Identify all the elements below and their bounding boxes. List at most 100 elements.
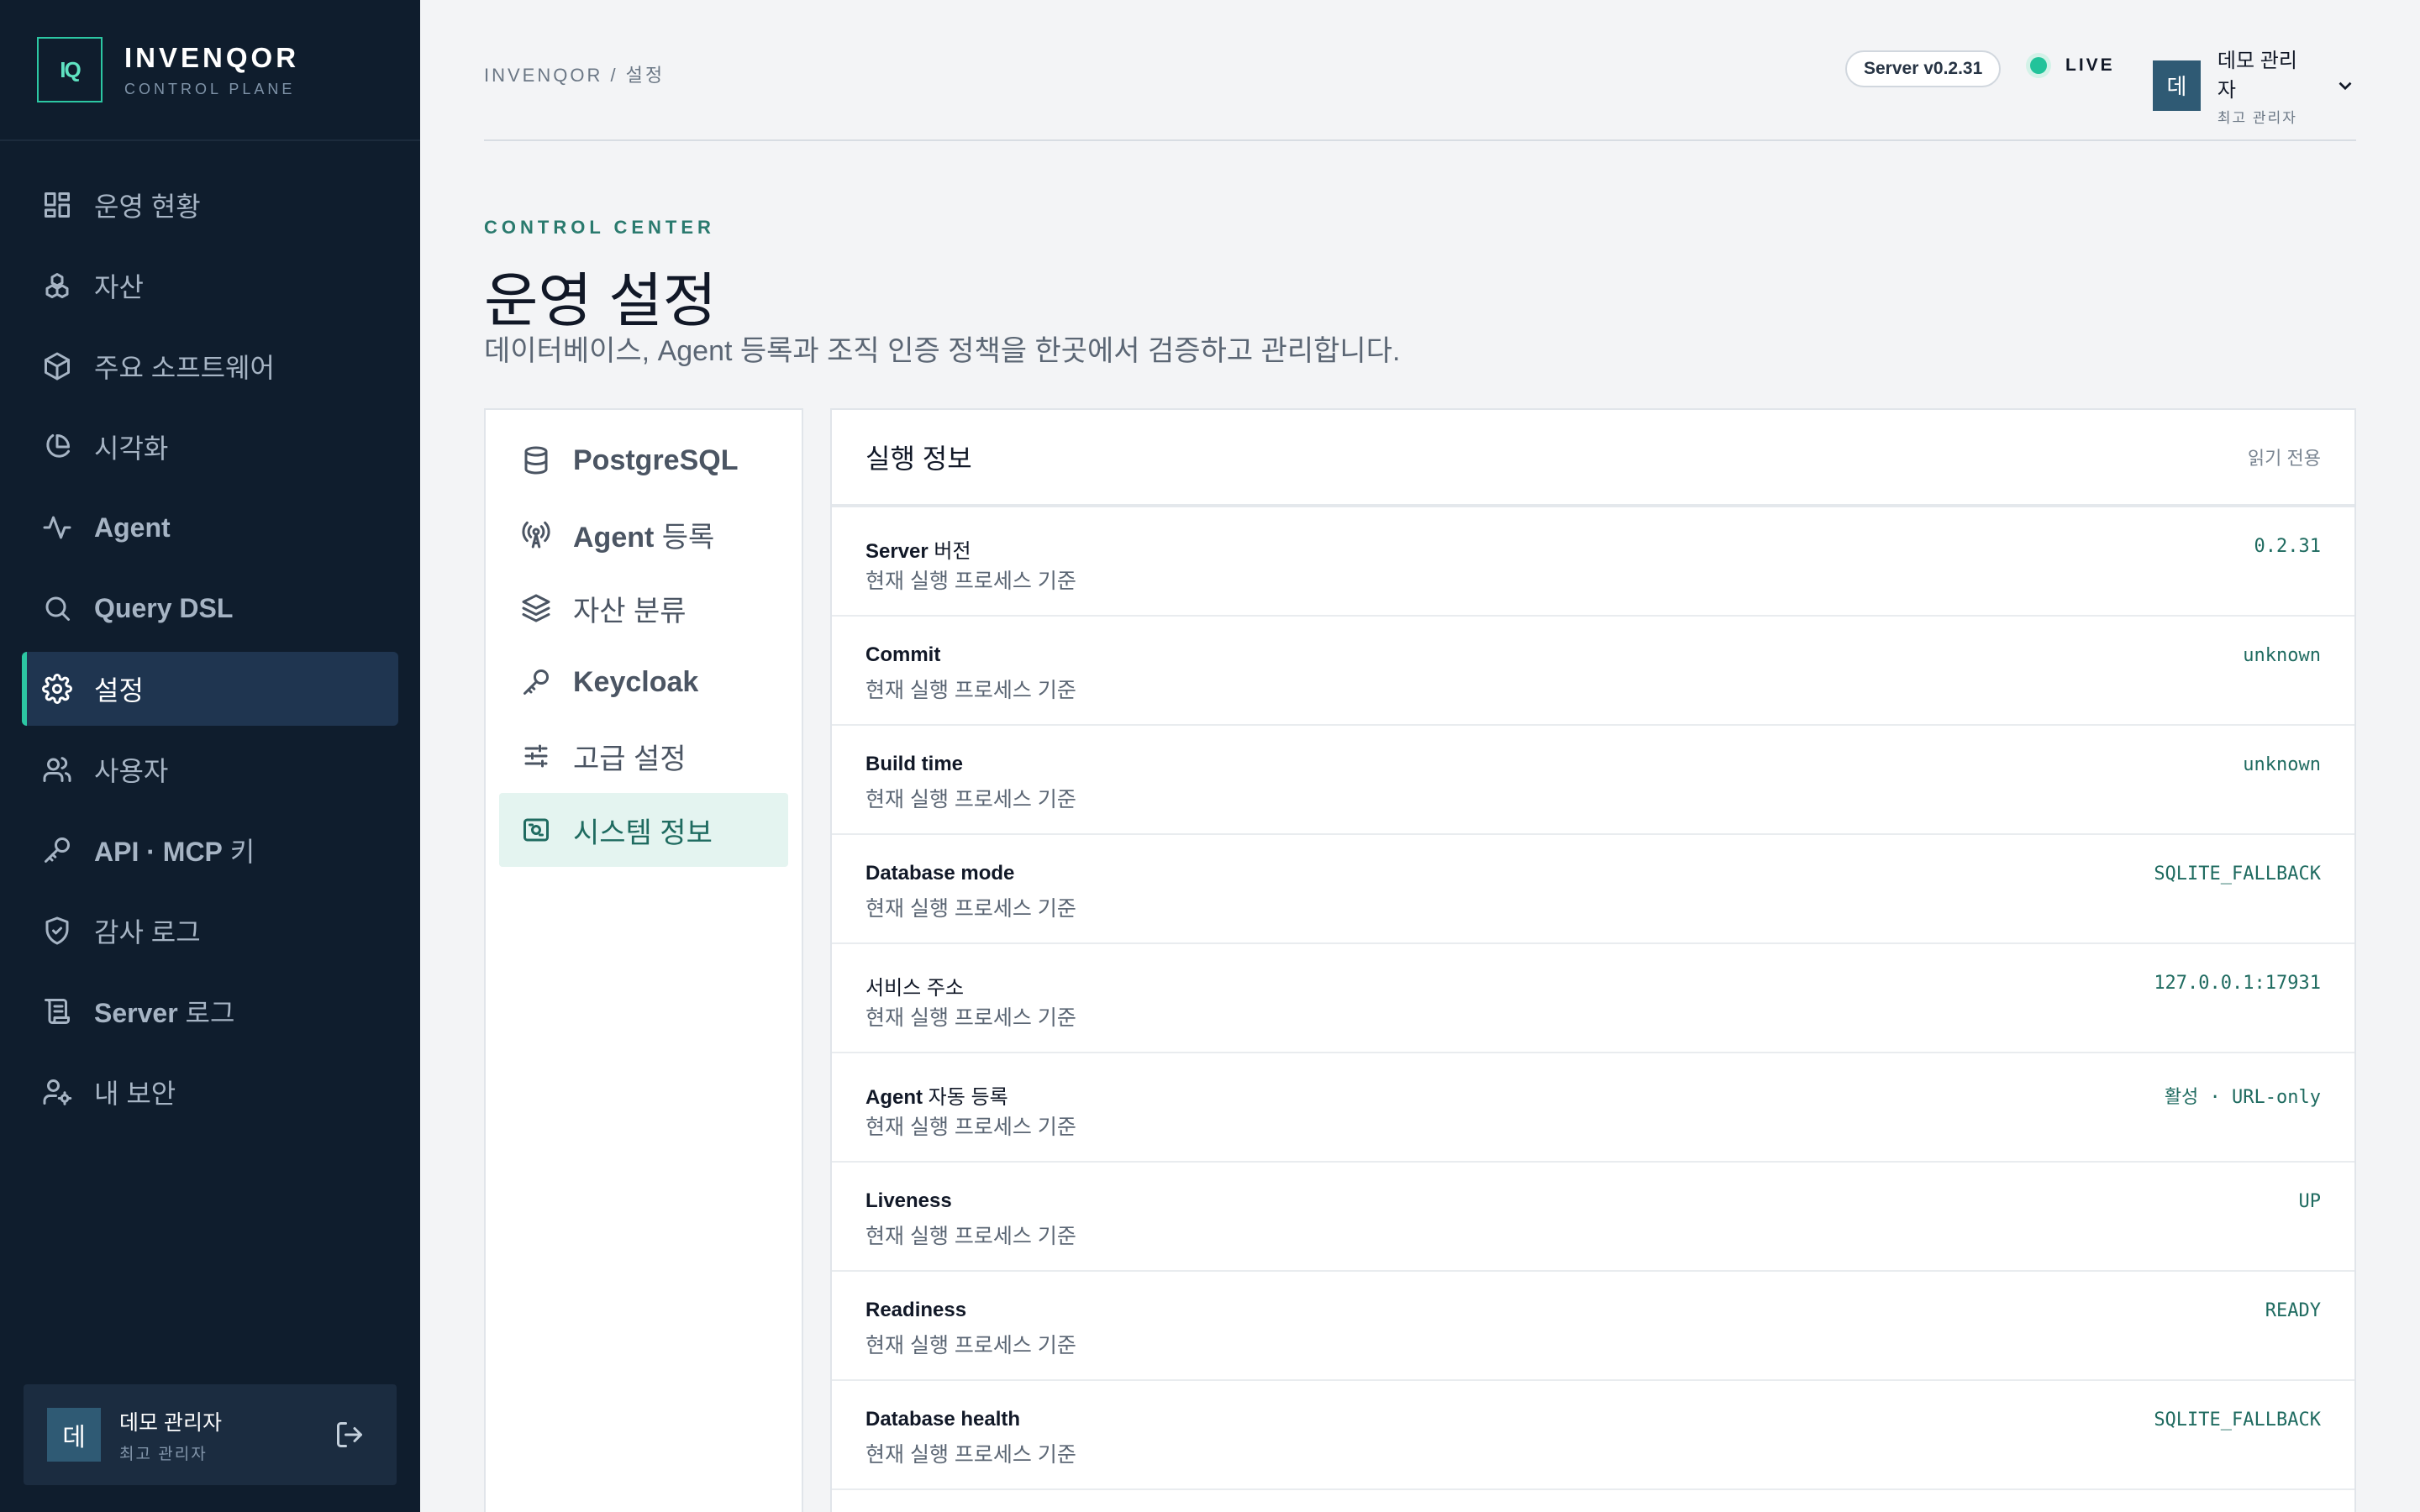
info-row-subtitle: 현재 실행 프로세스 기준 xyxy=(865,1116,1076,1139)
brand-subtitle: CONTROL PLANE xyxy=(124,80,296,97)
info-row-subtitle: 현재 실행 프로세스 기준 xyxy=(865,1225,1076,1248)
settings-item-system-info[interactable]: 시스템 정보 xyxy=(499,793,788,867)
info-row-value: UP xyxy=(2298,1191,2322,1212)
sidebar-item-dashboard[interactable]: 운영 현황 xyxy=(22,168,398,242)
info-row-label: Liveness xyxy=(865,1189,952,1213)
sliders-icon xyxy=(519,739,553,773)
sidebar-item-label: Query DSL xyxy=(94,592,234,623)
sidebar-item-label: 자산 xyxy=(94,272,144,302)
sidebar-item-my-security[interactable]: 내 보안 xyxy=(22,1055,398,1129)
info-row-commit: Commit 현재 실행 프로세스 기준 unknown xyxy=(832,617,2354,726)
sidebar-user-card: 데 데모 관리자 최고 관리자 xyxy=(24,1384,397,1485)
info-row-value: unknown xyxy=(2243,645,2321,666)
settings-item-asset-classification[interactable]: 자산 분류 xyxy=(499,571,788,645)
page-title: 운영 설정 xyxy=(484,268,718,333)
sidebar: IQ INVENQOR CONTROL PLANE 운영 현황 자산 주요 소프… xyxy=(0,0,420,1512)
info-row-label: Database mode xyxy=(865,862,1014,885)
sidebar-item-agent[interactable]: Agent xyxy=(22,491,398,564)
live-status: LIVE xyxy=(2030,55,2115,76)
info-row-label: Readiness xyxy=(865,1299,966,1322)
runtime-info-panel: 실행 정보 읽기 전용 Server 버전 현재 실행 프로세스 기준 0.2.… xyxy=(830,408,2356,1512)
sidebar-item-settings[interactable]: 설정 xyxy=(22,652,398,726)
info-row-service-address: 서비스 주소 현재 실행 프로세스 기준 127.0.0.1:17931 xyxy=(832,944,2354,1053)
info-row-value: READY xyxy=(2265,1300,2321,1321)
info-row-value: 0.2.31 xyxy=(2254,536,2321,557)
info-row-label: Build time xyxy=(865,753,963,776)
sidebar-item-label: Server xyxy=(94,998,178,1028)
info-row-agent-auto-registration: Agent 자동 등록 현재 실행 프로세스 기준 활성 · URL-only xyxy=(832,1053,2354,1163)
live-dot-icon xyxy=(2030,57,2047,74)
sidebar-item-api-keys[interactable]: API · MCP 키 xyxy=(22,813,398,887)
info-row-server-version: Server 버전 현재 실행 프로세스 기준 0.2.31 xyxy=(832,507,2354,617)
search-icon xyxy=(40,591,74,625)
user-role: 최고 관리자 xyxy=(119,1445,208,1463)
info-row-label: Server 버전 xyxy=(865,534,971,564)
settings-item-label: Keycloak xyxy=(573,665,699,698)
layers-icon xyxy=(519,591,553,625)
info-row-label-bold: Database mode xyxy=(865,862,1015,885)
panel-title: 실행 정보 xyxy=(865,444,972,474)
settings-item-keycloak[interactable]: Keycloak xyxy=(499,645,788,719)
users-icon xyxy=(40,753,74,786)
user-role: 최고 관리자 xyxy=(2217,110,2297,126)
settings-item-advanced[interactable]: 고급 설정 xyxy=(499,719,788,793)
info-row-build-time: Build time 현재 실행 프로세스 기준 unknown xyxy=(832,726,2354,835)
info-row-subtitle: 현재 실행 프로세스 기준 xyxy=(865,1334,1076,1357)
key-icon xyxy=(519,665,553,699)
chevron-down-icon[interactable] xyxy=(2334,75,2356,97)
info-row-subtitle: 현재 실행 프로세스 기준 xyxy=(865,788,1076,811)
sidebar-nav: 운영 현황 자산 주요 소프트웨어 시각화 Agent Query DSL 설정 xyxy=(0,141,420,1129)
brand-logo: IQ xyxy=(37,37,103,102)
user-name: 데모 관리자 xyxy=(2217,50,2297,102)
info-row-label-rest: 자동 등록 xyxy=(923,1086,1008,1109)
scroll-icon xyxy=(40,995,74,1028)
info-row-value: SQLITE_FALLBACK xyxy=(2154,864,2321,885)
settings-item-postgresql[interactable]: PostgreSQL xyxy=(499,423,788,497)
sidebar-item-label: 내 보안 xyxy=(94,1079,176,1109)
sidebar-item-label: 사용자 xyxy=(94,756,169,786)
gear-icon xyxy=(40,672,74,706)
info-row-database-mode: Database mode 현재 실행 프로세스 기준 SQLITE_FALLB… xyxy=(832,835,2354,944)
topbar: INVENQOR / 설정 Server v0.2.31 LIVE 데 데모 관… xyxy=(484,0,2356,141)
page-description: 데이터베이스, Agent 등록과 조직 인증 정책을 한곳에서 검증하고 관리… xyxy=(484,335,1401,367)
logout-icon[interactable] xyxy=(334,1420,365,1450)
shield-check-icon xyxy=(40,914,74,948)
breadcrumb: INVENQOR / 설정 xyxy=(484,65,666,86)
read-only-badge: 읽기 전용 xyxy=(2247,448,2321,469)
sidebar-item-software[interactable]: 주요 소프트웨어 xyxy=(22,329,398,403)
sidebar-item-server-log[interactable]: Server 로그 xyxy=(22,974,398,1048)
server-version-badge: Server v0.2.31 xyxy=(1845,50,2002,87)
settings-item-label: PostgreSQL xyxy=(573,444,739,476)
sidebar-item-label: 운영 현황 xyxy=(94,192,201,222)
sidebar-item-assets[interactable]: 자산 xyxy=(22,249,398,323)
system-info-icon xyxy=(519,813,553,847)
info-row-database-health: Database health 현재 실행 프로세스 기준 SQLITE_FAL… xyxy=(832,1381,2354,1490)
brand[interactable]: IQ INVENQOR CONTROL PLANE xyxy=(0,0,420,141)
sidebar-item-label: 설정 xyxy=(94,675,144,706)
settings-item-label: 시스템 정보 xyxy=(573,816,713,849)
info-row-value: SQLITE_FALLBACK xyxy=(2154,1410,2321,1431)
sidebar-item-query-dsl[interactable]: Query DSL xyxy=(22,571,398,645)
settings-item-label: 자산 분류 xyxy=(573,595,687,627)
sidebar-item-visualization[interactable]: 시각화 xyxy=(22,410,398,484)
sidebar-item-label-suffix: 로그 xyxy=(177,998,235,1028)
panel-header: 실행 정보 읽기 전용 xyxy=(832,410,2354,507)
sidebar-item-label: API · MCP xyxy=(94,837,223,867)
user-name: 데모 관리자 xyxy=(119,1410,222,1435)
database-icon xyxy=(519,444,553,477)
info-row-value: 활성 · URL-only xyxy=(2164,1087,2321,1108)
sidebar-item-audit-log[interactable]: 감사 로그 xyxy=(22,894,398,968)
info-row-label-bold: Build time xyxy=(865,753,964,775)
settings-item-agent-registration[interactable]: Agent 등록 xyxy=(499,497,788,571)
user-menu[interactable]: 데 데모 관리자 최고 관리자 xyxy=(2153,44,2356,127)
info-row-readiness: Readiness 현재 실행 프로세스 기준 READY xyxy=(832,1272,2354,1381)
info-row-label-bold: Database health xyxy=(865,1408,1021,1431)
info-row-label: Database health xyxy=(865,1408,1020,1431)
info-row-label-bold: Commit xyxy=(865,643,941,666)
boxes-icon xyxy=(40,269,74,302)
info-row-label-rest: 서비스 주소 xyxy=(865,977,965,1000)
info-row-label: 서비스 주소 xyxy=(865,971,964,1000)
sidebar-item-users[interactable]: 사용자 xyxy=(22,732,398,806)
antenna-icon xyxy=(519,517,553,551)
dashboard-icon xyxy=(40,188,74,222)
